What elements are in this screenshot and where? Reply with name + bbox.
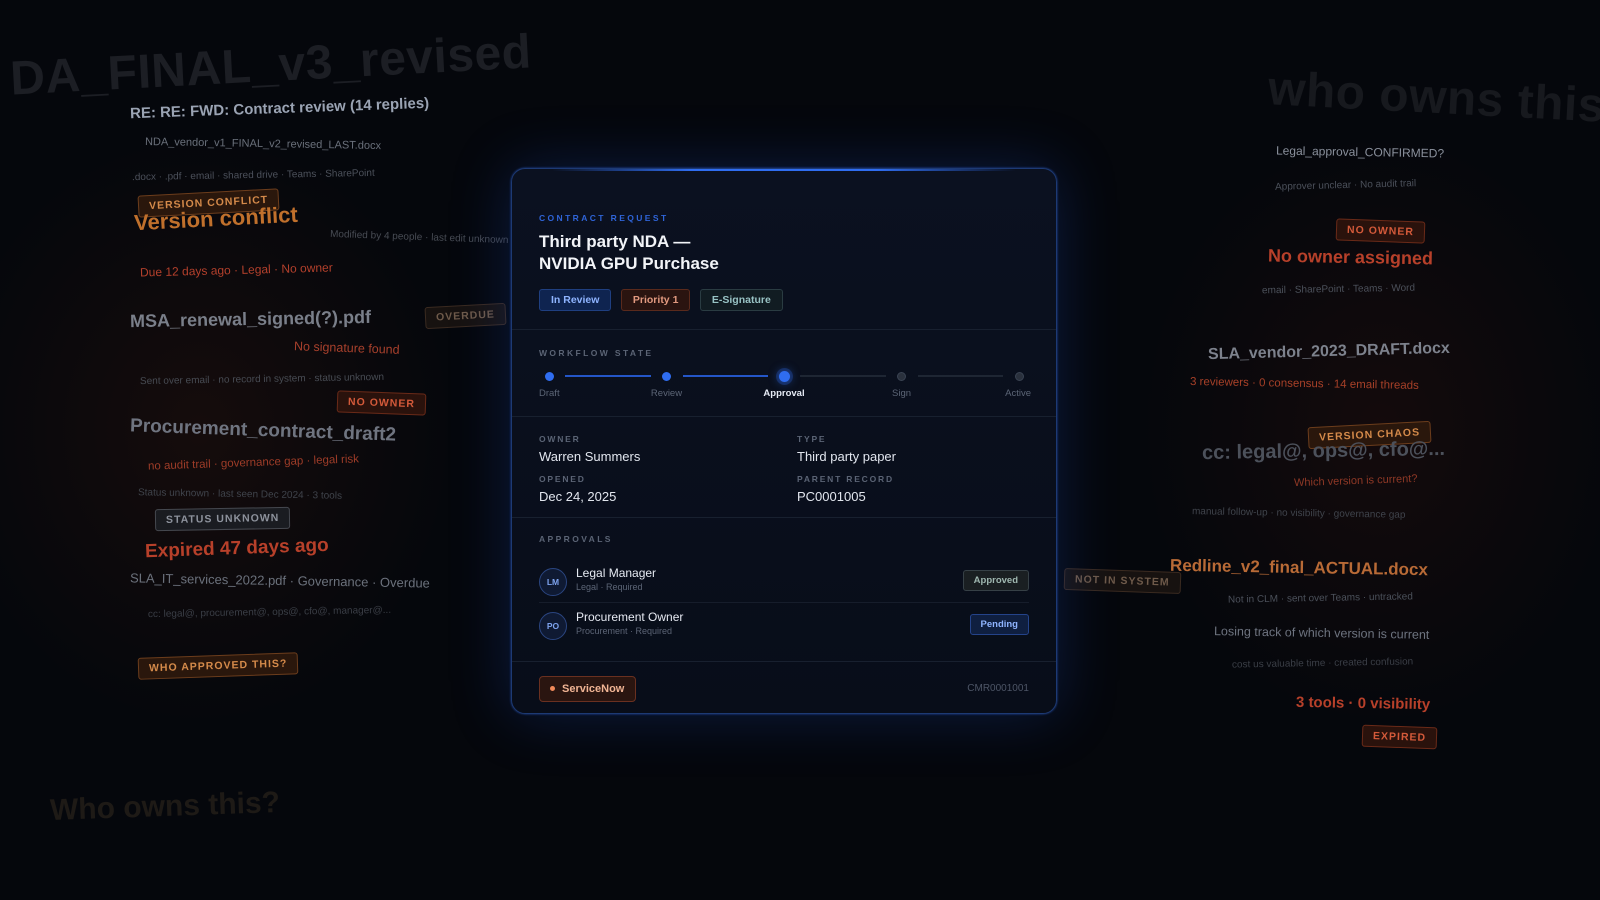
card-eyebrow: CONTRACT REQUEST [539, 213, 669, 223]
field-owner: OWNER Warren Summers [539, 434, 640, 464]
filename-redline: Redline_v2_final_ACTUAL.docx [1169, 555, 1429, 580]
cc-heading-right: cc: legal@, ops@, cfo@... [1201, 437, 1446, 465]
servicenow-label: ServiceNow [562, 683, 625, 695]
approver-role: Procurement · Required [576, 626, 673, 636]
ghost-bottom-left: Who owns this? [49, 785, 281, 828]
approver-unclear: Approver unclear · No audit trail [1274, 178, 1417, 193]
workflow-connector [565, 375, 651, 377]
field-type: TYPE Third party paper [797, 434, 896, 464]
workflow-connector [800, 375, 886, 377]
parent-record-value[interactable]: PC0001005 [797, 489, 894, 504]
pill-in-review[interactable]: In Review [539, 289, 612, 311]
type-label: TYPE [797, 434, 827, 444]
workflow-step-label-draft: Draft [539, 388, 560, 399]
field-parent-record: PARENT RECORD PC0001005 [797, 474, 894, 504]
contract-request-card: CONTRACT REQUEST Third party NDA — NVIDI… [511, 168, 1057, 714]
record-id: CMR0001001 [967, 683, 1029, 694]
tag-who-approved: WHO APPROVED THIS? [137, 652, 299, 680]
reviewers-line: 3 reviewers · 0 consensus · 14 email thr… [1189, 376, 1419, 392]
channels-left: .docx · .pdf · email · shared drive · Te… [131, 167, 375, 184]
approver-name: Legal Manager [576, 566, 657, 580]
due-line: Due 12 days ago · Legal · No owner [139, 260, 333, 280]
details-section: OWNER Warren Summers TYPE Third party pa… [512, 417, 1056, 517]
ghost-title-right: who owns this [1266, 62, 1600, 133]
owner-value[interactable]: Warren Summers [539, 449, 640, 464]
workflow-step-dot-active[interactable] [1014, 371, 1024, 381]
approval-row-procurement[interactable]: PO Procurement Owner Procurement · Requi… [539, 608, 1029, 652]
status-pills: In Review Priority 1 E-Signature [539, 289, 788, 311]
workflow-step-label-review: Review [650, 388, 683, 399]
no-signature-found: No signature found [293, 339, 400, 357]
pill-priority[interactable]: Priority 1 [620, 289, 691, 311]
manual-follow-up: manual follow-up · no visibility · gover… [1191, 506, 1406, 521]
modified-by-line: Modified by 4 people · last edit unknown [329, 228, 509, 247]
cc-line-left: cc: legal@, procurement@, ops@, cfo@, ma… [147, 604, 392, 621]
sla-it-services: SLA_IT_services_2022.pdf · Governance · … [129, 570, 430, 591]
workflow-step-dot-review[interactable] [662, 371, 671, 381]
tools-visibility: 3 tools · 0 visibility [1295, 693, 1431, 714]
status-badge-pending: Pending [969, 614, 1029, 635]
tag-no-owner-right: NO OWNER [1335, 218, 1426, 244]
card-title: Third party NDA — NVIDIA GPU Purchase [539, 231, 719, 275]
email-subject: RE: RE: FWD: Contract review (14 replies… [129, 94, 430, 123]
opened-label: OPENED [539, 474, 586, 484]
workflow-step-label-sign: Sign [891, 388, 912, 399]
no-owner-assigned: No owner assigned [1267, 245, 1434, 269]
tag-status-unknown: STATUS UNKNOWN [154, 506, 291, 532]
approvals-label: APPROVALS [539, 534, 613, 544]
approvals-section: APPROVALS LM Legal Manager Legal · Requi… [512, 518, 1056, 661]
workflow-section: WORKFLOW STATE Draft Review Approval Sign Ac… [512, 330, 1056, 416]
tag-no-owner-left: NO OWNER [336, 390, 427, 416]
card-title-line-1: Third party NDA — [539, 232, 691, 251]
workflow-connector [917, 375, 1003, 377]
workflow-step-label-active: Active [1005, 388, 1031, 399]
divider-4 [512, 661, 1056, 662]
approver-name: Procurement Owner [576, 610, 684, 624]
workflow-step-dot-draft[interactable] [544, 371, 554, 381]
ghost-title-left: DA_FINAL_v3_revised [8, 25, 533, 106]
sent-over-email: Sent over email · no record in system · … [139, 371, 385, 388]
field-opened: OPENED Dec 24, 2025 [539, 474, 616, 504]
expired-heading: Expired 47 days ago [144, 534, 330, 563]
workflow-connector [682, 375, 768, 377]
approver-role: Legal · Required [576, 582, 643, 592]
filename-nda-vendor: NDA_vendor_v1_FINAL_v2_revised_LAST.docx [144, 135, 382, 153]
workflow-step-dot-sign[interactable] [897, 371, 906, 381]
parent-record-label: PARENT RECORD [797, 474, 894, 484]
opened-value: Dec 24, 2025 [539, 489, 617, 504]
tag-not-in-system: NOT IN SYSTEM [1063, 567, 1182, 595]
filename-sla-vendor: SLA_vendor_2023_DRAFT.docx [1207, 339, 1451, 364]
type-value: Third party paper [797, 449, 896, 464]
status-badge-approved: Approved [962, 570, 1029, 591]
losing-track: Losing track of which version is current [1213, 624, 1430, 642]
workflow-stepper: Draft Review Approval Sign Active [512, 330, 1056, 416]
filename-msa-renewal: MSA_renewal_signed(?).pdf [129, 306, 372, 332]
channels-right: email · SharePoint · Teams · Word [1261, 282, 1416, 297]
card-title-line-2: NVIDIA GPU Purchase [539, 254, 719, 273]
avatar-procurement-owner: PO [539, 612, 567, 640]
source-dot-icon [550, 685, 555, 691]
workflow-step-label-approval: Approval [763, 388, 805, 399]
not-in-clm: Not in CLM · sent over Teams · untracked [1227, 591, 1413, 606]
cost-us-time: cost us valuable time · created confusio… [1231, 656, 1414, 671]
audit-line-left: no audit trail · governance gap · legal … [147, 453, 360, 473]
status-unknown-line: Status unknown · last seen Dec 2024 · 3 … [137, 487, 343, 502]
pill-e-signature[interactable]: E-Signature [699, 289, 783, 311]
approval-row-divider [539, 602, 1029, 603]
tag-overdue: OVERDUE [424, 302, 507, 330]
filename-procurement: Procurement_contract_draft2 [129, 415, 397, 446]
tag-expired: EXPIRED [1361, 724, 1438, 750]
owner-label: OWNER [539, 434, 581, 444]
stage: DA_FINAL_v3_revised who owns this Who ow… [0, 0, 1600, 900]
servicenow-source-pill[interactable]: ServiceNow [539, 676, 637, 702]
which-version-current: Which version is current? [1293, 472, 1418, 490]
avatar-legal-manager: LM [539, 568, 567, 596]
workflow-step-dot-approval[interactable] [778, 370, 790, 382]
legal-approval-confirmed: Legal_approval_CONFIRMED? [1275, 143, 1445, 161]
card-header: CONTRACT REQUEST Third party NDA — NVIDI… [512, 169, 1056, 329]
